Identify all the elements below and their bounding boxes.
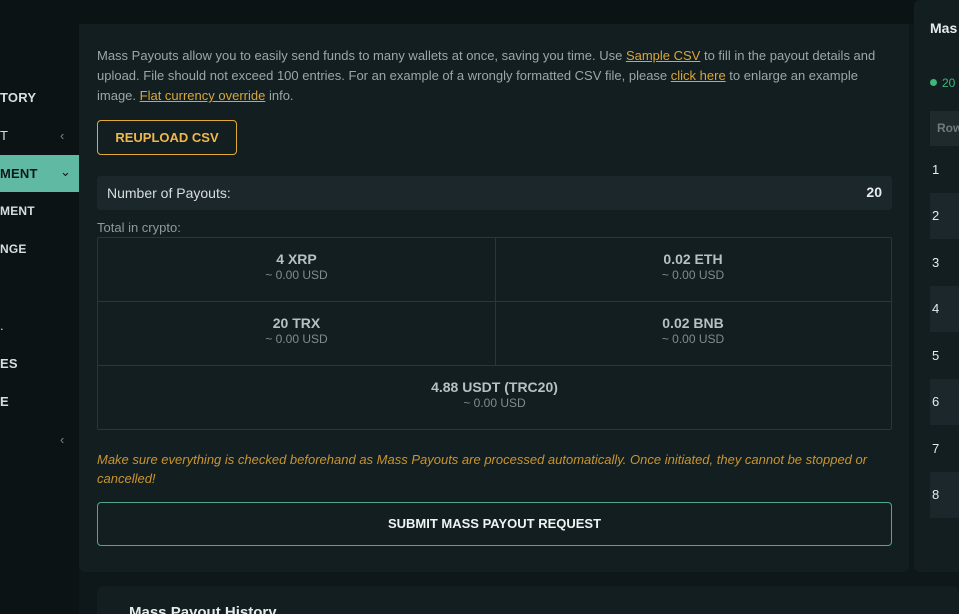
- sidebar-item-fees[interactable]: ES: [0, 356, 79, 374]
- example-image-link[interactable]: click here: [671, 68, 726, 83]
- sidebar-item-label: MENT: [0, 166, 38, 181]
- fiat-override-link[interactable]: Flat currency override: [140, 88, 266, 103]
- status-indicator: 20: [930, 76, 955, 90]
- total-usd: ~ 0.00 USD: [265, 268, 328, 282]
- sidebar-item-misc[interactable]: .: [0, 318, 79, 336]
- table-row[interactable]: 4: [930, 286, 959, 332]
- mass-payout-panel: Mass Payouts allow you to easily send fu…: [79, 24, 909, 572]
- total-cell: 20 TRX ~ 0.00 USD: [98, 315, 495, 346]
- sidebar-item-label: NGE: [0, 242, 27, 256]
- table-row[interactable]: 5: [930, 332, 959, 379]
- total-in-crypto-label: Total in crypto:: [97, 220, 181, 235]
- warning-text: Make sure everything is checked beforeha…: [97, 452, 868, 486]
- sidebar-item-payment[interactable]: MENT: [0, 204, 79, 222]
- table-row[interactable]: 1: [930, 146, 959, 193]
- crypto-totals-grid: 4 XRP ~ 0.00 USD 0.02 ETH ~ 0.00 USD 20 …: [97, 237, 892, 430]
- history-title: Mass Payout History: [129, 604, 277, 614]
- sidebar-item-label: ES: [0, 356, 18, 371]
- grid-divider: [98, 365, 891, 366]
- sidebar-item-profile[interactable]: E: [0, 394, 79, 412]
- sample-csv-link[interactable]: Sample CSV: [626, 48, 700, 63]
- total-amount: 4 XRP: [276, 251, 317, 267]
- reupload-csv-button[interactable]: REUPLOAD CSV: [97, 120, 237, 155]
- total-cell: 0.02 BNB ~ 0.00 USD: [495, 315, 891, 346]
- row-number: 3: [932, 255, 940, 270]
- row-number: 1: [932, 162, 940, 177]
- total-cell: 0.02 ETH ~ 0.00 USD: [495, 251, 891, 282]
- total-cell: 4.88 USDT (TRC20) ~ 0.00 USD: [98, 379, 891, 410]
- total-usd: ~ 0.00 USD: [661, 268, 725, 282]
- total-amount: 20 TRX: [272, 315, 321, 331]
- sidebar: TORY T ‹ MENT ⌄ MENT NGE . ES E ‹: [0, 0, 79, 614]
- total-cell: 4 XRP ~ 0.00 USD: [98, 251, 495, 282]
- payouts-label: Number of Payouts:: [107, 185, 231, 201]
- number-of-payouts-row: Number of Payouts: 20: [97, 176, 892, 210]
- sidebar-item-label: MENT: [0, 204, 35, 218]
- submit-mass-payout-button[interactable]: SUBMIT MASS PAYOUT REQUEST: [97, 502, 892, 546]
- sidebar-collapse-button[interactable]: ‹: [0, 432, 79, 450]
- sidebar-item-exchange[interactable]: NGE: [0, 242, 79, 260]
- table-header: Row: [930, 111, 959, 146]
- column-header-row: Row: [937, 121, 959, 135]
- table-row[interactable]: 8: [930, 472, 959, 518]
- chevron-left-icon: ‹: [60, 128, 65, 143]
- chevron-down-icon: ⌄: [60, 164, 72, 179]
- total-usd: ~ 0.00 USD: [661, 332, 725, 346]
- status-dot-icon: [930, 79, 937, 86]
- grid-divider: [98, 301, 891, 302]
- sidebar-item-label: .: [0, 318, 4, 333]
- total-amount: 0.02 BNB: [662, 315, 724, 331]
- description-text: Mass Payouts allow you to easily send fu…: [97, 48, 876, 103]
- row-number: 5: [932, 348, 940, 363]
- row-number: 8: [932, 487, 940, 502]
- top-bar: [0, 0, 959, 24]
- table-row[interactable]: 6: [930, 379, 959, 425]
- payouts-count: 20: [866, 184, 882, 200]
- mass-payout-history-panel: Mass Payout History: [97, 586, 959, 614]
- sidebar-item-payment-group[interactable]: T ‹: [0, 128, 79, 146]
- total-amount: 4.88 USDT (TRC20): [431, 379, 558, 395]
- payout-preview-panel: Mas 20 Row 1 2 3 4 5 6 7 8: [914, 0, 959, 572]
- total-usd: ~ 0.00 USD: [265, 332, 328, 346]
- table-row[interactable]: 3: [930, 239, 959, 286]
- total-usd: ~ 0.00 USD: [463, 396, 526, 410]
- row-number: 4: [932, 301, 940, 316]
- total-amount: 0.02 ETH: [663, 251, 723, 267]
- table-row[interactable]: 2: [930, 193, 959, 239]
- table-row[interactable]: 7: [930, 425, 959, 472]
- preview-title: Mas: [930, 20, 958, 36]
- sidebar-item-label: E: [0, 394, 9, 409]
- chevron-left-icon: ‹: [60, 432, 65, 447]
- row-number: 2: [932, 208, 940, 223]
- sidebar-item-label: T: [0, 128, 9, 143]
- row-number: 7: [932, 441, 940, 456]
- sidebar-item-mass-payment[interactable]: MENT ⌄: [0, 155, 79, 192]
- sidebar-item-label: TORY: [0, 90, 37, 105]
- row-number: 6: [932, 394, 940, 409]
- sidebar-item-history[interactable]: TORY: [0, 90, 79, 108]
